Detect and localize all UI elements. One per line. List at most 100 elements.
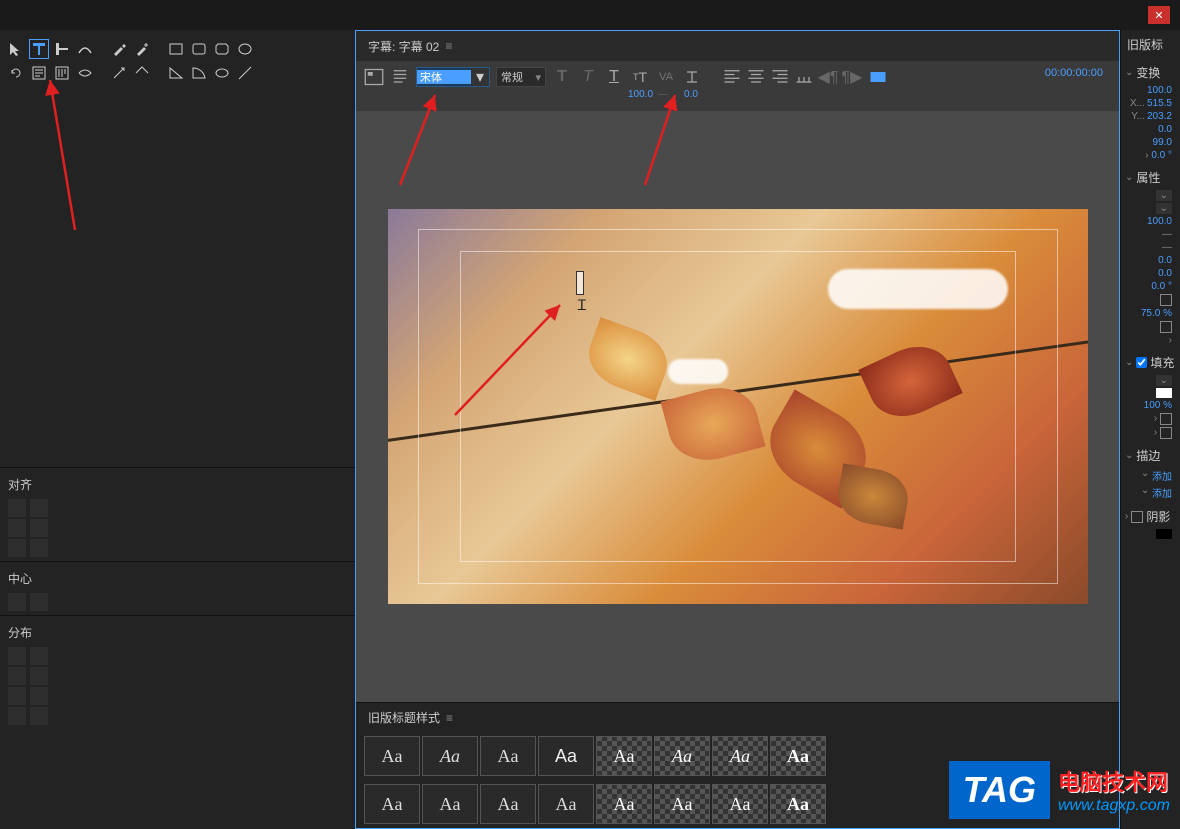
wedge-tool[interactable] <box>166 63 186 83</box>
roll-crawl-icon[interactable] <box>390 67 410 87</box>
prop-value[interactable]: — <box>1125 241 1176 254</box>
rotate-tool[interactable] <box>6 63 26 83</box>
style-swatch[interactable]: Aa <box>654 784 710 824</box>
color-swatch[interactable] <box>1156 529 1172 539</box>
prop-value[interactable]: 0.0 <box>1125 267 1176 280</box>
show-video-icon[interactable] <box>868 67 888 87</box>
prop-value[interactable]: 75.0 % <box>1125 307 1176 320</box>
center-icon[interactable] <box>30 593 48 611</box>
style-swatch[interactable]: Aa <box>538 736 594 776</box>
chevron-icon[interactable]: ⌄ <box>1141 468 1149 483</box>
chevron-icon[interactable]: › <box>1169 335 1172 346</box>
title-canvas[interactable]: Ꮖ <box>356 111 1119 702</box>
align-right-icon[interactable] <box>770 67 790 87</box>
vertical-area-type-tool[interactable] <box>52 63 72 83</box>
bold-icon[interactable]: T <box>552 67 572 87</box>
style-swatch[interactable]: Aa <box>770 736 826 776</box>
leading-value[interactable]: 0.0 <box>684 89 698 100</box>
add-stroke-link[interactable]: 添加 <box>1152 485 1172 500</box>
chevron-icon[interactable]: ⌄ <box>1141 485 1149 500</box>
dropdown-icon[interactable]: ⌄ <box>1156 203 1172 214</box>
pen-add-tool[interactable] <box>132 39 152 59</box>
panel-menu-icon[interactable]: ≡ <box>446 711 453 725</box>
prop-value[interactable]: 0.0 <box>1125 254 1176 267</box>
distribute-icon[interactable] <box>30 667 48 685</box>
kerning-icon[interactable]: VA — <box>656 67 676 87</box>
rectangle-tool[interactable] <box>166 39 186 59</box>
shadow-checkbox[interactable] <box>1131 511 1143 523</box>
style-swatch[interactable]: Aa <box>770 784 826 824</box>
delete-anchor-tool[interactable] <box>132 63 152 83</box>
line-tool[interactable] <box>235 63 255 83</box>
align-icon[interactable] <box>8 539 26 557</box>
prop-value[interactable]: — <box>1125 228 1176 241</box>
chevron-down-icon[interactable]: ⌄ <box>1125 67 1133 78</box>
distribute-icon[interactable] <box>30 707 48 725</box>
x-value[interactable]: 515.5 <box>1147 98 1172 109</box>
text-insertion-box[interactable] <box>576 271 584 295</box>
prop-width[interactable]: 0.0 <box>1125 123 1176 136</box>
distribute-icon[interactable] <box>8 667 26 685</box>
chevron-icon[interactable]: › <box>1154 413 1157 425</box>
color-swatch[interactable] <box>1156 388 1172 398</box>
prop-value[interactable]: 100.0 <box>1125 215 1176 228</box>
align-center-icon[interactable] <box>746 67 766 87</box>
clipped-rect-tool[interactable] <box>212 39 232 59</box>
checkbox[interactable] <box>1160 427 1172 439</box>
chevron-down-icon[interactable]: ⌄ <box>1125 357 1133 368</box>
font-size-icon[interactable]: TT 100.0 <box>630 67 650 87</box>
align-icon[interactable] <box>30 499 48 517</box>
add-stroke-link[interactable]: 添加 <box>1152 468 1172 483</box>
pen-tool[interactable] <box>109 39 129 59</box>
panel-menu-icon[interactable]: ≡ <box>445 39 452 53</box>
distribute-icon[interactable] <box>8 707 26 725</box>
style-swatch[interactable]: Aa <box>364 736 420 776</box>
timecode[interactable]: 00:00:00:00 <box>1045 67 1111 79</box>
chevron-down-icon[interactable]: ⌄ <box>1125 450 1133 461</box>
chevron-icon[interactable]: › <box>1125 511 1128 522</box>
align-icon[interactable] <box>8 499 26 517</box>
tab-stops-icon[interactable] <box>794 67 814 87</box>
style-swatch[interactable]: Aa <box>596 736 652 776</box>
font-style-select[interactable]: 常规 ▾ <box>496 67 546 87</box>
style-swatch[interactable]: Aa <box>712 736 768 776</box>
style-swatch[interactable]: Aa <box>596 784 652 824</box>
ellipse-tool[interactable] <box>235 39 255 59</box>
rounded-rect-tool[interactable] <box>189 39 209 59</box>
style-swatch[interactable]: Aa <box>422 784 478 824</box>
prop-rotation[interactable]: 0.0 ° <box>1151 150 1172 161</box>
panel-tab[interactable]: 字幕: 字幕 02 ≡ <box>356 31 1119 61</box>
vertical-type-tool[interactable] <box>52 39 72 59</box>
distribute-icon[interactable] <box>30 647 48 665</box>
style-swatch[interactable]: Aa <box>654 736 710 776</box>
checkbox[interactable] <box>1160 294 1172 306</box>
fill-opacity[interactable]: 100 % <box>1125 399 1176 412</box>
y-value[interactable]: 203.2 <box>1147 111 1172 122</box>
chevron-down-icon[interactable]: ⌄ <box>1125 172 1133 183</box>
leading-icon[interactable]: 0.0 <box>682 67 702 87</box>
font-family-select[interactable]: ▾ <box>416 67 490 87</box>
convert-anchor-tool[interactable] <box>109 63 129 83</box>
italic-icon[interactable]: T <box>578 67 598 87</box>
style-swatch[interactable]: Aa <box>480 784 536 824</box>
style-swatch[interactable]: Aa <box>538 784 594 824</box>
distribute-icon[interactable] <box>8 647 26 665</box>
area-type-tool[interactable] <box>29 63 49 83</box>
align-left-icon[interactable] <box>722 67 742 87</box>
chevron-down-icon[interactable]: ▾ <box>471 68 489 86</box>
fill-checkbox[interactable] <box>1136 357 1147 368</box>
indent-right-icon[interactable]: ¶▶ <box>842 67 862 87</box>
dropdown-icon[interactable]: ⌄ <box>1156 190 1172 201</box>
templates-icon[interactable] <box>364 67 384 87</box>
align-icon[interactable] <box>30 539 48 557</box>
close-button[interactable]: ✕ <box>1148 6 1170 24</box>
center-icon[interactable] <box>8 593 26 611</box>
distribute-icon[interactable] <box>8 687 26 705</box>
style-swatch[interactable]: Aa <box>480 736 536 776</box>
path-type-tool[interactable] <box>75 39 95 59</box>
type-tool[interactable] <box>29 39 49 59</box>
dropdown-icon[interactable]: ⌄ <box>1156 375 1172 386</box>
prop-value[interactable]: 0.0 ° <box>1125 280 1176 293</box>
checkbox[interactable] <box>1160 413 1172 425</box>
font-size-value[interactable]: 100.0 <box>628 89 653 100</box>
